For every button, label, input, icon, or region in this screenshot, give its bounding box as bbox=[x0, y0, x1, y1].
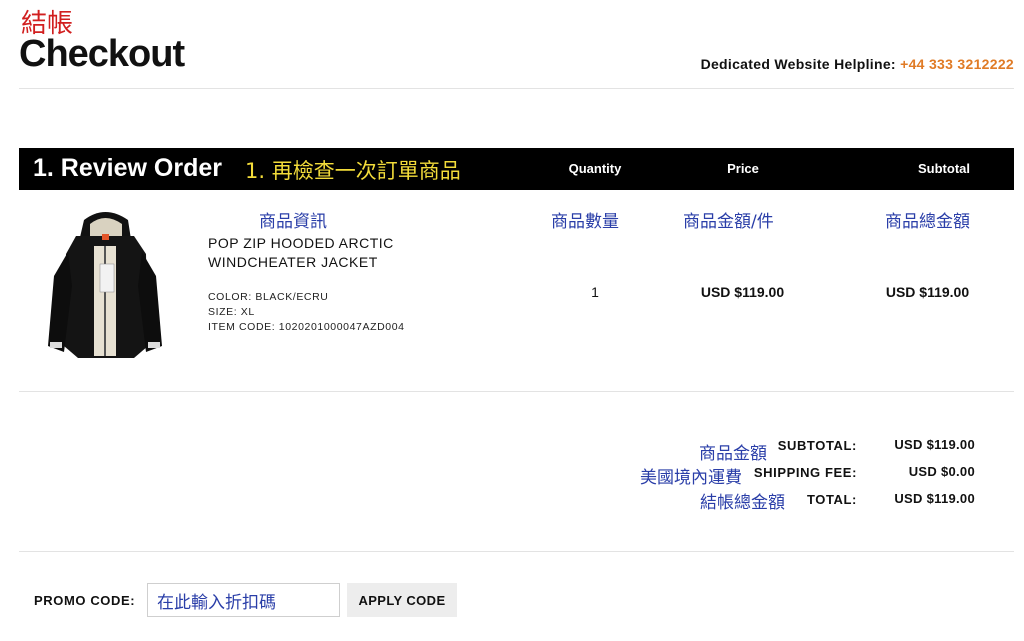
column-header-quantity: Quantity bbox=[568, 161, 622, 176]
item-price: USD $119.00 bbox=[700, 284, 785, 300]
helpline-label: Dedicated Website Helpline: bbox=[700, 56, 896, 72]
product-size: SIZE: XL bbox=[208, 306, 255, 318]
annotation-shipping: 美國境內運費 bbox=[640, 468, 742, 488]
divider bbox=[19, 391, 1014, 392]
divider bbox=[19, 88, 1014, 89]
annotation-total: 商品總金額 bbox=[885, 212, 970, 232]
helpline: Dedicated Website Helpline: +44 333 3212… bbox=[701, 56, 1014, 72]
divider bbox=[19, 551, 1014, 552]
product-item-code: ITEM CODE: 1020201000047AZD004 bbox=[208, 321, 405, 333]
product-image[interactable] bbox=[42, 206, 168, 368]
annotation-quantity: 商品數量 bbox=[551, 212, 619, 232]
annotation-total-amount: 結帳總金額 bbox=[700, 493, 785, 513]
promo-code-input[interactable] bbox=[147, 583, 340, 617]
total-value: USD $119.00 bbox=[894, 491, 975, 506]
product-name-link[interactable]: POP ZIP HOODED ARCTIC WINDCHEATER JACKET bbox=[208, 234, 438, 272]
annotation-subtotal: 商品金額 bbox=[699, 444, 767, 464]
annotation-unit-price: 商品金額/件 bbox=[683, 212, 774, 232]
apply-code-button[interactable]: APPLY CODE bbox=[347, 583, 457, 617]
column-header-subtotal: Subtotal bbox=[918, 161, 970, 176]
shipping-value: USD $0.00 bbox=[908, 464, 975, 479]
item-subtotal: USD $119.00 bbox=[885, 284, 970, 300]
product-color: COLOR: BLACK/ECRU bbox=[208, 291, 329, 303]
section-title-zh: 1. 再檢查一次訂單商品 bbox=[245, 159, 461, 183]
column-header-price: Price bbox=[727, 161, 759, 176]
item-quantity: 1 bbox=[591, 284, 599, 300]
section-title: 1. Review Order bbox=[33, 154, 222, 182]
review-order-header-bar: 1. Review Order 1. 再檢查一次訂單商品 Quantity Pr… bbox=[19, 148, 1014, 190]
shipping-label: SHIPPING FEE: bbox=[753, 465, 857, 480]
annotation-product-info: 商品資訊 bbox=[259, 212, 327, 232]
jacket-image bbox=[48, 212, 162, 358]
promo-code-label: PROMO CODE: bbox=[34, 593, 136, 608]
total-label: TOTAL: bbox=[806, 492, 857, 507]
subtotal-label: SUBTOTAL: bbox=[777, 438, 857, 453]
helpline-phone-link[interactable]: +44 333 3212222 bbox=[900, 56, 1014, 72]
subtotal-value: USD $119.00 bbox=[894, 437, 975, 452]
page-title: Checkout bbox=[19, 33, 185, 75]
